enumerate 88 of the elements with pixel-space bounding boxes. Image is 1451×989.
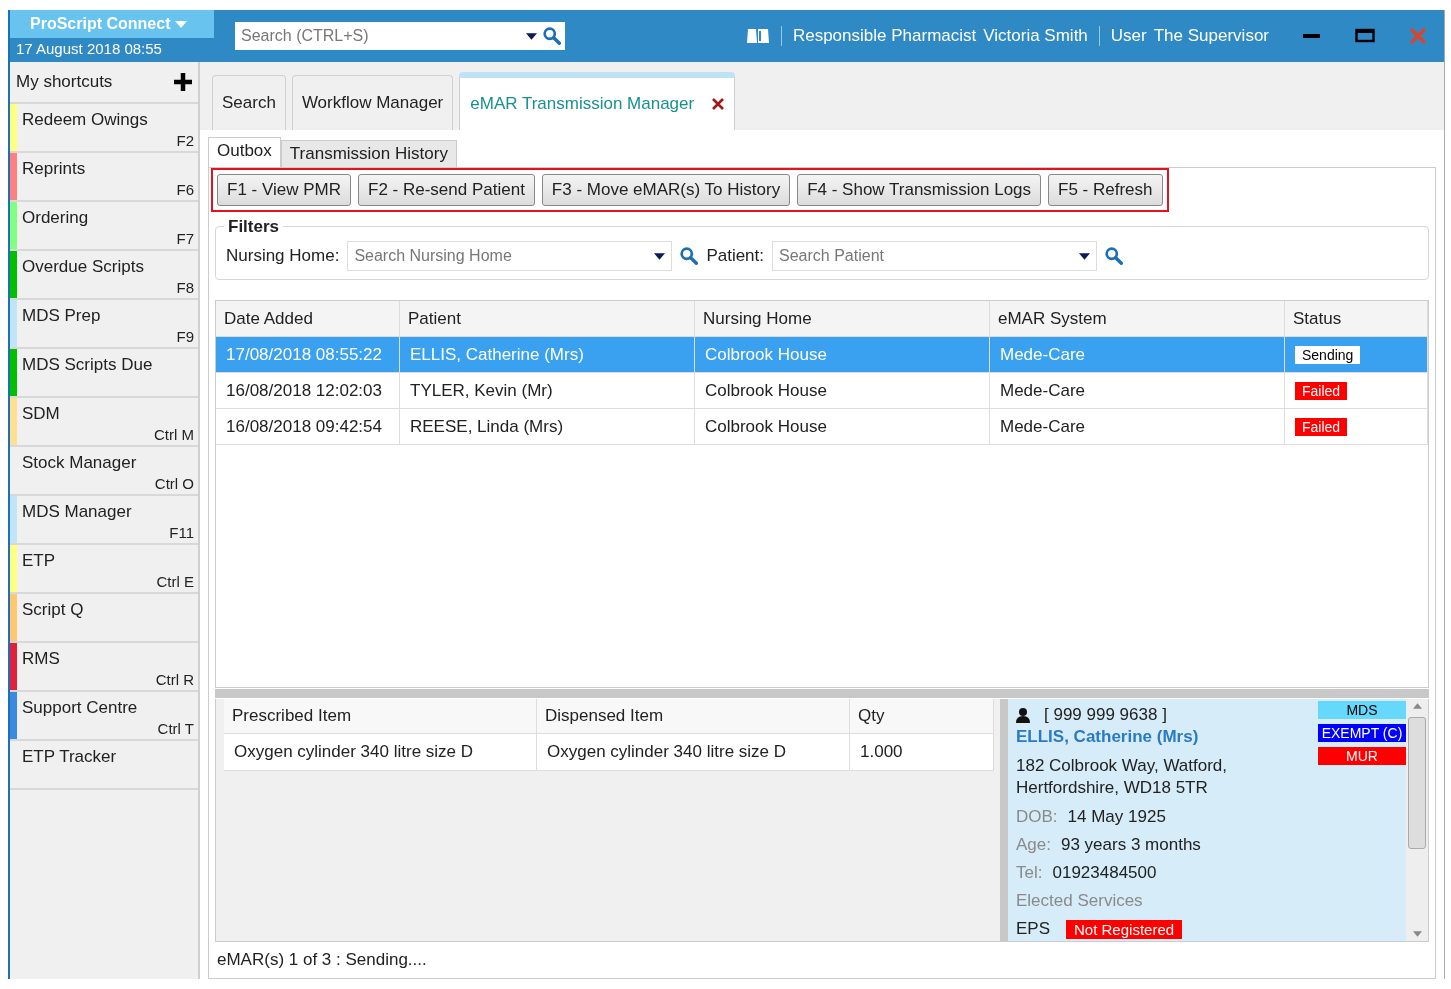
splitter-handle[interactable] — [215, 689, 1429, 698]
search-icon[interactable] — [1105, 247, 1124, 265]
shortcut-item[interactable]: Support Centre Ctrl T — [10, 692, 198, 741]
splitter-handle[interactable] — [1000, 699, 1008, 941]
user-label: User — [1110, 26, 1147, 46]
table-cell: Colbrook House — [705, 344, 827, 365]
toolbar-button[interactable]: F5 - Refresh — [1048, 174, 1163, 206]
shortcut-item[interactable]: Redeem Owings F2 — [10, 104, 198, 153]
table-cell: ELLIS, Catherine (Mrs) — [410, 344, 584, 365]
section-title: Elected Services — [1016, 891, 1143, 911]
flag-badge: EXEMPT (C) — [1318, 724, 1406, 742]
table-cell: 16/08/2018 09:42:54 — [226, 416, 382, 437]
field-value: 93 years 3 months — [1061, 835, 1201, 855]
add-icon[interactable] — [174, 73, 192, 91]
shortcut-item[interactable]: Ordering F7 — [10, 202, 198, 251]
shortcut-item[interactable]: ETP Ctrl E — [10, 545, 198, 594]
table-cell: REESE, Linda (Mrs) — [410, 416, 564, 437]
shortcut-item[interactable]: ETP Tracker — [10, 741, 198, 790]
patient-name[interactable]: ELLIS, Catherine (Mrs) — [1016, 727, 1310, 747]
table-row[interactable]: 17/08/2018 08:55:22 ELLIS, Catherine (Mrs) Colbrook House Mede-Care Sending — [216, 337, 1428, 373]
dropdown-icon[interactable] — [526, 32, 537, 40]
nhs-number: [ 999 999 9638 ] — [1044, 705, 1167, 725]
flag-badge: MDS — [1318, 701, 1406, 719]
column-header[interactable]: Dispensed Item — [537, 699, 850, 734]
table-cell: TYLER, Kevin (Mr) — [410, 380, 553, 401]
scroll-down-icon[interactable] — [1412, 931, 1422, 937]
toolbar-button[interactable]: F4 - Show Transmission Logs — [797, 174, 1042, 206]
field-label: Patient: — [706, 246, 765, 266]
shortcut-item[interactable]: MDS Prep F9 — [10, 300, 198, 349]
toolbar-button[interactable]: F1 - View PMR — [217, 174, 351, 206]
person-icon — [1016, 707, 1030, 723]
table-cell: Mede-Care — [1000, 344, 1086, 365]
address-line: 182 Colbrook Way, Watford, — [1016, 755, 1228, 777]
status-text: eMAR(s) 1 of 3 : Sending.... — [217, 950, 427, 970]
table-row[interactable]: 16/08/2018 12:02:03 TYLER, Kevin (Mr) Colbrook House Mede-Care Failed — [216, 373, 1428, 409]
dropdown-icon[interactable] — [1079, 252, 1091, 260]
toolbar-button[interactable]: F3 - Move eMAR(s) To History — [541, 174, 791, 206]
search-icon[interactable] — [680, 247, 699, 265]
table-cell: Oxygen cylinder 340 litre size D — [537, 734, 850, 771]
tab[interactable]: Transmission History — [280, 140, 457, 167]
shortcut-item[interactable]: MDS Scripts Due — [10, 349, 198, 398]
table-cell: 17/08/2018 08:55:22 — [226, 344, 382, 365]
table-row[interactable]: 16/08/2018 09:42:54 REESE, Linda (Mrs) Colbrook House Mede-Care Failed — [216, 409, 1428, 445]
toolbar-button[interactable]: F2 - Re-send Patient — [358, 174, 535, 206]
user-name: The Supervisor — [1153, 26, 1269, 46]
table-cell: Colbrook House — [705, 380, 827, 401]
field-label: Nursing Home: — [226, 246, 340, 266]
shortcut-item[interactable]: Stock Manager Ctrl O — [10, 447, 198, 496]
dropdown-icon[interactable] — [654, 252, 666, 260]
status-badge: Failed — [1295, 381, 1348, 400]
pharmacist-name: Victoria Smith — [983, 26, 1088, 46]
table-cell: Mede-Care — [1000, 380, 1086, 401]
tab[interactable]: Outbox — [208, 137, 281, 167]
address-line: Hertfordshire, WD18 5TR — [1016, 777, 1209, 799]
table-cell: Colbrook House — [705, 416, 827, 437]
search-icon[interactable] — [543, 27, 561, 45]
table-cell: 1.000 — [850, 734, 994, 771]
table-cell: Mede-Care — [1000, 416, 1086, 437]
sidebar-title: My shortcuts — [16, 72, 113, 92]
field-value: 14 May 1925 — [1067, 807, 1166, 827]
tab[interactable]: Workflow Manager — [291, 75, 454, 130]
shortcut-item[interactable]: Script Q — [10, 594, 198, 643]
shortcut-item[interactable]: Reprints F6 — [10, 153, 198, 202]
flag-badge: MUR — [1318, 747, 1406, 765]
table-cell: Oxygen cylinder 340 litre size D — [224, 734, 537, 771]
shortcut-item[interactable]: MDS Manager F11 — [10, 496, 198, 545]
column-header[interactable]: Qty — [850, 699, 994, 734]
field-label: DOB: — [1016, 807, 1058, 827]
scrollbar[interactable] — [1406, 699, 1428, 941]
pharmacist-label: Responsible Pharmacist — [792, 26, 977, 46]
field-label: Tel: — [1016, 863, 1043, 883]
field-value: 01923484500 — [1052, 863, 1157, 883]
close-icon[interactable] — [712, 98, 725, 110]
shortcut-item[interactable]: SDM Ctrl M — [10, 398, 198, 447]
status-badge: Failed — [1295, 417, 1348, 436]
shortcut-item[interactable]: RMS Ctrl R — [10, 643, 198, 692]
table-cell: 16/08/2018 12:02:03 — [226, 380, 382, 401]
field-label: Age: — [1016, 835, 1051, 855]
status-badge: Sending — [1295, 345, 1361, 364]
tab[interactable]: eMAR Transmission Manager — [459, 72, 736, 130]
status-badge: Not Registered — [1066, 919, 1183, 939]
scroll-up-icon[interactable] — [1412, 703, 1422, 709]
column-header[interactable]: Prescribed Item — [224, 699, 537, 734]
service-name: EPS — [1016, 919, 1051, 939]
tab[interactable]: Search — [212, 75, 286, 130]
book-icon[interactable] — [745, 27, 770, 45]
shortcut-item[interactable]: Overdue Scripts F8 — [10, 251, 198, 300]
date-time: 17 August 2018 08:55 — [15, 39, 163, 59]
